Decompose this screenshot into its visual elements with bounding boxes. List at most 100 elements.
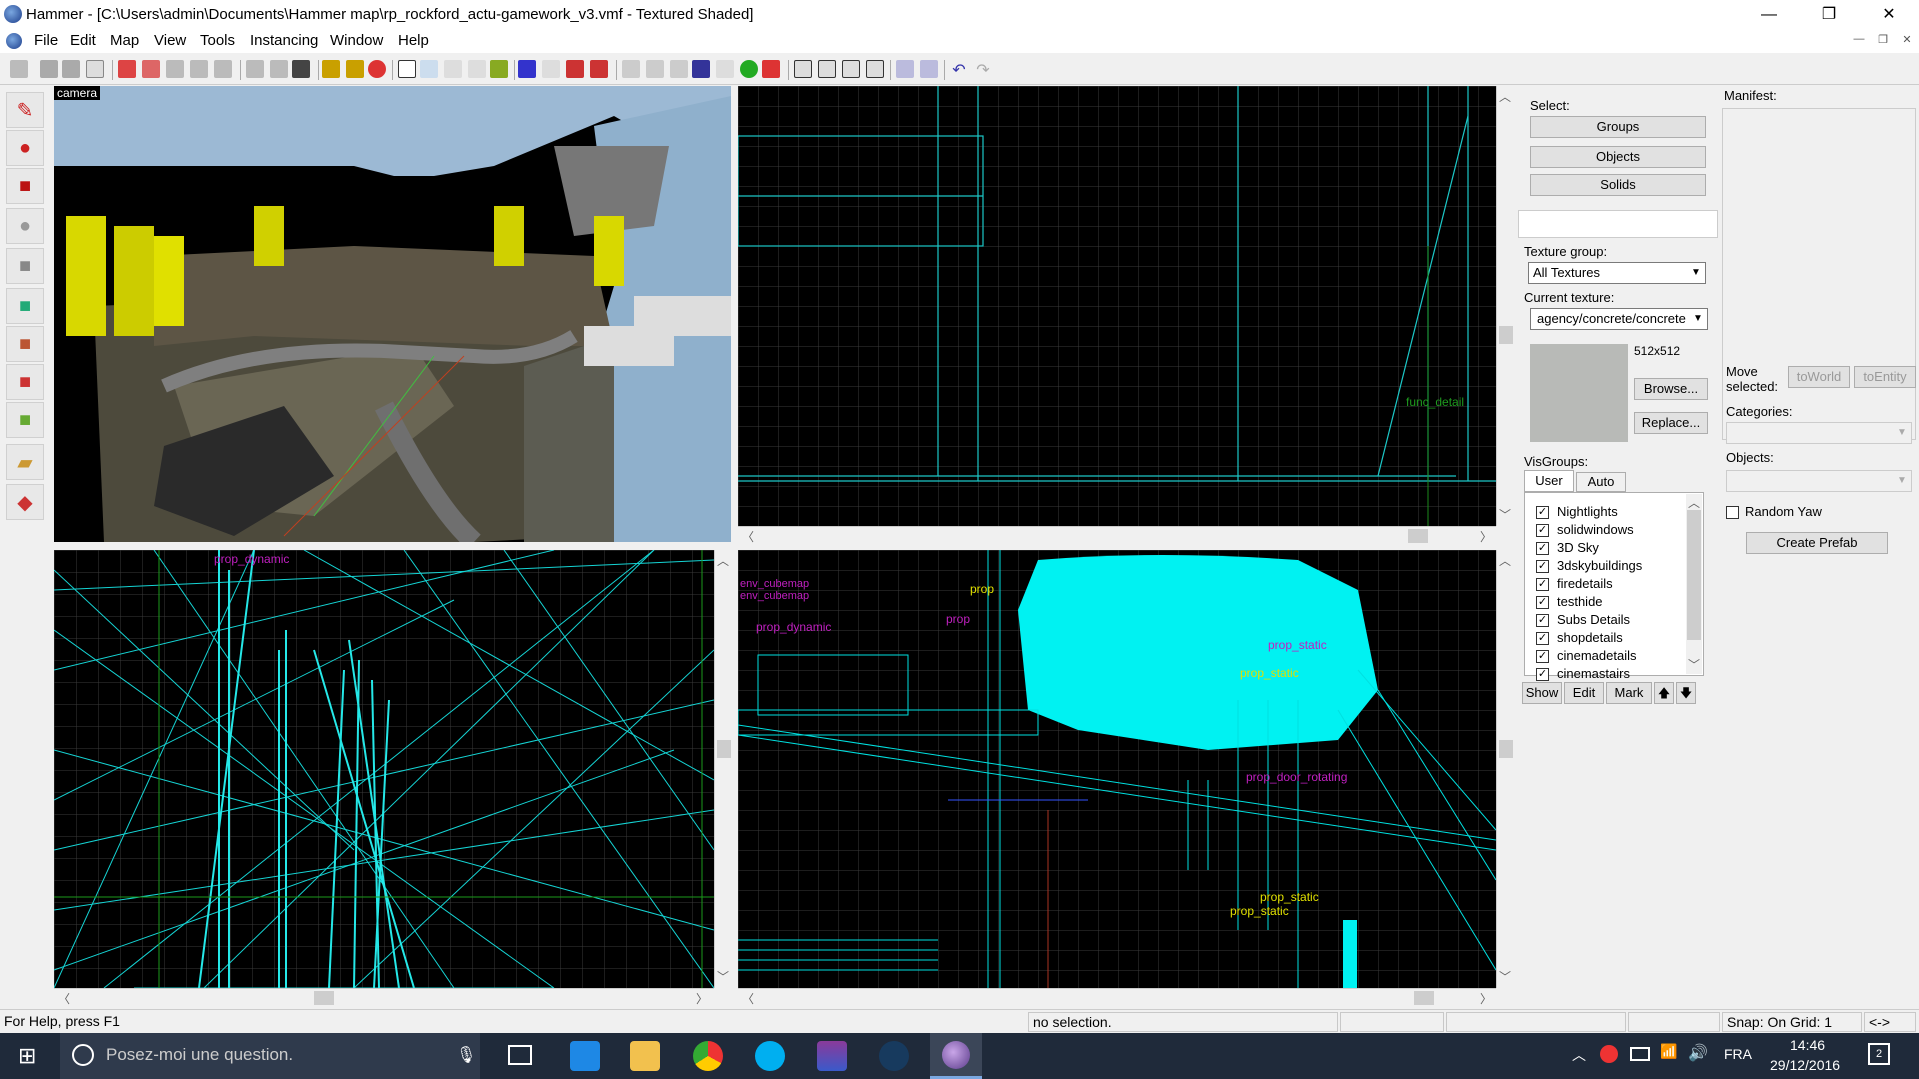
block-tool-icon[interactable]: ■ xyxy=(6,248,44,284)
toggle-models-icon[interactable] xyxy=(518,60,536,78)
top-view-scrollbar-h[interactable]: 〈〉 xyxy=(738,526,1496,544)
select-icon[interactable] xyxy=(420,60,438,78)
grid-3d-icon[interactable] xyxy=(346,60,364,78)
cut-icon[interactable] xyxy=(246,60,264,78)
cubemap-icon[interactable] xyxy=(716,60,734,78)
new-icon[interactable] xyxy=(10,60,28,78)
visgroup-item[interactable]: ✓ Nightlights xyxy=(1536,504,1618,522)
checkbox-checked-icon[interactable]: ✓ xyxy=(1536,668,1549,682)
decal-tool-icon[interactable]: ■ xyxy=(6,364,44,400)
grid-dots-icon[interactable] xyxy=(842,60,860,78)
task-view-icon[interactable] xyxy=(508,1045,532,1065)
texture-lock-icon[interactable] xyxy=(444,60,462,78)
entity-tool-icon[interactable]: ● xyxy=(6,208,44,244)
visgroup-item[interactable]: ✓ testhide xyxy=(1536,594,1603,612)
grid-hex-icon[interactable] xyxy=(866,60,884,78)
undo-icon[interactable]: ↶ xyxy=(950,60,968,79)
minimize-button[interactable]: — xyxy=(1740,0,1798,29)
select-objects-button[interactable]: Objects xyxy=(1530,146,1706,168)
tray-app-icon[interactable] xyxy=(1600,1045,1618,1063)
group-icon[interactable] xyxy=(118,60,136,78)
instance-icon[interactable] xyxy=(692,60,710,78)
ignore-groups-icon[interactable] xyxy=(86,60,104,78)
menu-tools[interactable]: Tools xyxy=(200,32,235,49)
visgroup-item[interactable]: ✓ cinemadetails xyxy=(1536,648,1637,666)
radius-icon[interactable] xyxy=(368,60,386,78)
run-map-icon[interactable] xyxy=(622,60,640,78)
texture-group-select[interactable]: All Textures ▼ xyxy=(1528,262,1706,284)
mdi-restore-button[interactable]: ❐ xyxy=(1874,33,1892,49)
visgroup-show-button[interactable]: Show xyxy=(1522,682,1562,704)
winrar-icon[interactable] xyxy=(817,1041,847,1071)
visgroup-item[interactable]: ✓ cinemastairs xyxy=(1536,666,1630,684)
menu-file[interactable]: File xyxy=(34,32,58,49)
file-explorer-icon[interactable] xyxy=(630,1041,660,1071)
visgroup-item[interactable]: ✓ 3dskybuildings xyxy=(1536,558,1642,576)
copy-icon[interactable] xyxy=(270,60,288,78)
select-box-icon[interactable] xyxy=(398,60,416,78)
checkbox-checked-icon[interactable]: ✓ xyxy=(1536,650,1549,664)
mdi-close-button[interactable]: ✕ xyxy=(1898,33,1916,49)
magnify-tool-icon[interactable]: ● xyxy=(6,130,44,166)
check-map-icon[interactable] xyxy=(646,60,664,78)
paste-icon[interactable] xyxy=(292,60,310,78)
front-view-viewport[interactable]: env_cubemap env_cubemap prop_dynamic pro… xyxy=(738,550,1496,988)
checkbox-checked-icon[interactable]: ✓ xyxy=(1536,632,1549,646)
clock-time[interactable]: 14:46 xyxy=(1790,1037,1825,1053)
checkbox-unchecked-icon[interactable] xyxy=(1726,506,1739,520)
visgroups-scrollbar[interactable]: ︿ ﹀ xyxy=(1686,494,1702,674)
replace-button[interactable]: Replace... xyxy=(1634,412,1708,434)
checkbox-checked-icon[interactable]: ✓ xyxy=(1536,524,1549,538)
hammer-taskbar-button[interactable] xyxy=(930,1033,982,1079)
menu-view[interactable]: View xyxy=(154,32,186,49)
browse-button[interactable]: Browse... xyxy=(1634,378,1708,400)
clock-date[interactable]: 29/12/2016 xyxy=(1770,1057,1840,1073)
checkbox-checked-icon[interactable]: ✓ xyxy=(1536,506,1549,520)
ungroup-icon[interactable] xyxy=(142,60,160,78)
visgroup-mark-button[interactable]: Mark xyxy=(1606,682,1652,704)
visgroup-item[interactable]: ✓ solidwindows xyxy=(1536,522,1634,540)
align-left-icon[interactable] xyxy=(896,60,914,78)
maximize-button[interactable]: ❐ xyxy=(1800,0,1858,29)
align-right-icon[interactable] xyxy=(920,60,938,78)
create-prefab-button[interactable]: Create Prefab xyxy=(1746,532,1888,554)
volume-icon[interactable]: 🔊 xyxy=(1688,1043,1708,1063)
checkbox-checked-icon[interactable]: ✓ xyxy=(1536,596,1549,610)
edge-icon[interactable] xyxy=(570,1041,600,1071)
cordon-icon[interactable] xyxy=(214,60,232,78)
front-view-scrollbar-h[interactable]: 〈〉 xyxy=(738,988,1496,1006)
chrome-icon[interactable] xyxy=(693,1041,723,1071)
network-icon[interactable]: 📶 xyxy=(1660,1043,1677,1060)
open-icon[interactable] xyxy=(40,60,58,78)
nodraw-icon[interactable] xyxy=(762,60,780,78)
menu-edit[interactable]: Edit xyxy=(70,32,96,49)
front-view-scrollbar-v[interactable]: ︿ ﹀ xyxy=(1496,550,1514,988)
side-view-viewport[interactable]: prop_dynamic xyxy=(54,550,714,988)
steam-icon[interactable] xyxy=(879,1041,909,1071)
categories-select[interactable]: ▼ xyxy=(1726,422,1912,444)
apply-texture-icon[interactable]: ■ xyxy=(6,326,44,362)
side-view-scrollbar-h[interactable]: 〈〉 xyxy=(54,988,714,1006)
visgroups-tab-auto[interactable]: Auto xyxy=(1576,472,1626,492)
redo-icon[interactable]: ↷ xyxy=(974,60,992,79)
windows-start-icon[interactable]: ⊞ xyxy=(18,1045,36,1067)
checkbox-checked-icon[interactable]: ✓ xyxy=(1536,614,1549,628)
language-indicator[interactable]: FRA xyxy=(1724,1046,1752,1062)
mdi-minimize-button[interactable]: — xyxy=(1850,33,1868,49)
top-view-viewport[interactable]: func_detail xyxy=(738,86,1496,526)
texture-tool-icon[interactable]: ■ xyxy=(6,288,44,324)
notification-center-icon[interactable]: 2 xyxy=(1868,1043,1890,1065)
grid-smaller-icon[interactable] xyxy=(794,60,812,78)
toggle-decals-icon[interactable] xyxy=(566,60,584,78)
top-view-scrollbar-v[interactable]: ︿ ﹀ xyxy=(1496,86,1514,526)
visgroup-edit-button[interactable]: Edit xyxy=(1564,682,1604,704)
visgroup-item[interactable]: ✓ Subs Details xyxy=(1536,612,1630,630)
skype-icon[interactable] xyxy=(755,1041,785,1071)
visgroup-item[interactable]: ✓ 3D Sky xyxy=(1536,540,1599,558)
overlay-tool-icon[interactable]: ■ xyxy=(6,402,44,438)
menu-map[interactable]: Map xyxy=(110,32,139,49)
menu-help[interactable]: Help xyxy=(398,32,429,49)
vertex-tool-icon[interactable]: ◆ xyxy=(6,484,44,520)
hide-icon[interactable] xyxy=(166,60,184,78)
current-texture-select[interactable]: agency/concrete/concrete ▼ xyxy=(1530,308,1708,330)
